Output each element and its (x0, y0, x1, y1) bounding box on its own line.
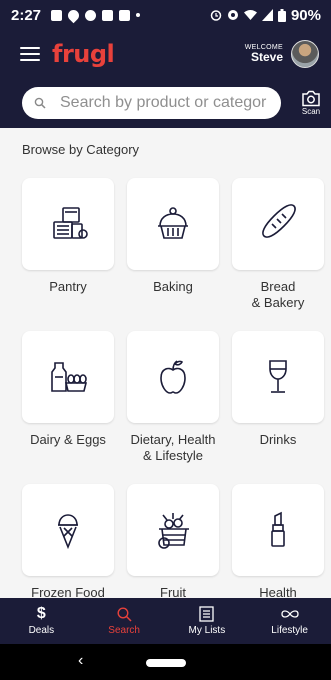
nav-my-lists[interactable]: My Lists (166, 598, 249, 644)
cupcake-icon (158, 207, 188, 239)
infinity-icon (280, 606, 300, 622)
nav-label: My Lists (188, 625, 226, 636)
app-notification-icon (102, 9, 114, 21)
category-baking[interactable]: Baking (127, 178, 219, 295)
category-card[interactable] (232, 484, 324, 576)
search-icon (117, 606, 132, 622)
avatar[interactable] (291, 40, 319, 68)
pantry-icon (53, 207, 88, 239)
more-notifications-icon (136, 13, 141, 17)
category-card[interactable] (232, 178, 324, 270)
signal-icon (261, 9, 273, 21)
category-card[interactable] (127, 178, 219, 270)
category-label: Pantry (49, 279, 87, 294)
browse-title: Browse by Category (22, 142, 140, 157)
facebook-icon (85, 9, 97, 21)
category-drinks[interactable]: Drinks (232, 331, 324, 448)
location-icon (65, 7, 82, 23)
nav-deals[interactable]: $ Deals (0, 598, 83, 644)
vibrate-icon (227, 10, 238, 20)
alarm-icon (210, 10, 222, 21)
category-dietary-health[interactable]: Dietary, Health & Lifestyle (127, 331, 219, 464)
search-input[interactable] (60, 94, 269, 112)
category-fruit[interactable]: Fruit (127, 484, 219, 598)
category-label: Dairy & Eggs (30, 432, 106, 447)
scan-button[interactable]: Scan (301, 90, 321, 116)
nav-search[interactable]: Search (83, 598, 166, 644)
lipstick-icon (271, 511, 285, 547)
camera-icon (302, 90, 320, 107)
menu-icon[interactable] (20, 47, 40, 61)
category-label: Drinks (259, 432, 297, 447)
search-bar-row: Scan (0, 78, 331, 128)
category-card[interactable] (22, 331, 114, 423)
category-dairy-eggs[interactable]: Dairy & Eggs (22, 331, 114, 448)
nav-label: Deals (28, 625, 55, 636)
fruit-basket-icon (158, 513, 189, 549)
nav-label: Search (108, 625, 140, 636)
battery-percent: 90% (290, 6, 321, 24)
category-label: Bread & Bakery (251, 279, 305, 310)
category-card[interactable] (22, 178, 114, 270)
message-icon (51, 9, 63, 21)
bottom-nav: $ Deals Search My Lists Lifestyle (0, 598, 331, 644)
category-label: Dietary, Health & Lifestyle (130, 432, 216, 463)
home-pill[interactable] (146, 659, 186, 667)
image-icon (119, 9, 131, 21)
status-time: 2:27 (11, 6, 42, 24)
app-logo: frugl (52, 40, 115, 68)
scan-label: Scan (301, 107, 321, 116)
milk-eggs-icon (51, 362, 88, 392)
notification-icons (51, 7, 141, 23)
dollar-icon: $ (36, 605, 46, 622)
category-label: Frozen Food (31, 585, 105, 598)
category-label: Fruit (160, 585, 186, 598)
status-bar: 2:27 90% (0, 0, 331, 30)
category-browser: Browse by Category Pantry Baking Bread &… (0, 128, 331, 598)
system-nav-bar: ‹ (0, 644, 331, 680)
category-card[interactable] (127, 331, 219, 423)
category-bread-bakery[interactable]: Bread & Bakery (232, 178, 324, 311)
wine-glass-icon (269, 360, 287, 393)
ice-cream-icon (58, 514, 78, 550)
category-label: Health (259, 585, 297, 598)
app-header: frugl WELCOME Steve (0, 30, 331, 78)
welcome-block: WELCOME Steve (245, 44, 283, 65)
list-icon (199, 606, 215, 622)
bread-icon (262, 204, 296, 238)
category-card[interactable] (232, 331, 324, 423)
apple-icon (160, 360, 186, 394)
user-name: Steve (250, 50, 283, 65)
category-pantry[interactable]: Pantry (22, 178, 114, 295)
wifi-icon (243, 10, 257, 20)
battery-icon (277, 8, 286, 22)
system-status: 90% (210, 7, 321, 24)
category-label: Baking (153, 279, 193, 294)
nav-label: Lifestyle (271, 625, 308, 636)
category-health[interactable]: Health (232, 484, 324, 598)
nav-lifestyle[interactable]: Lifestyle (248, 598, 331, 644)
back-icon[interactable]: ‹ (78, 652, 83, 670)
category-frozen-food[interactable]: Frozen Food (22, 484, 114, 598)
category-card[interactable] (22, 484, 114, 576)
search-box[interactable] (22, 87, 281, 119)
category-card[interactable] (127, 484, 219, 576)
search-icon (34, 97, 46, 109)
